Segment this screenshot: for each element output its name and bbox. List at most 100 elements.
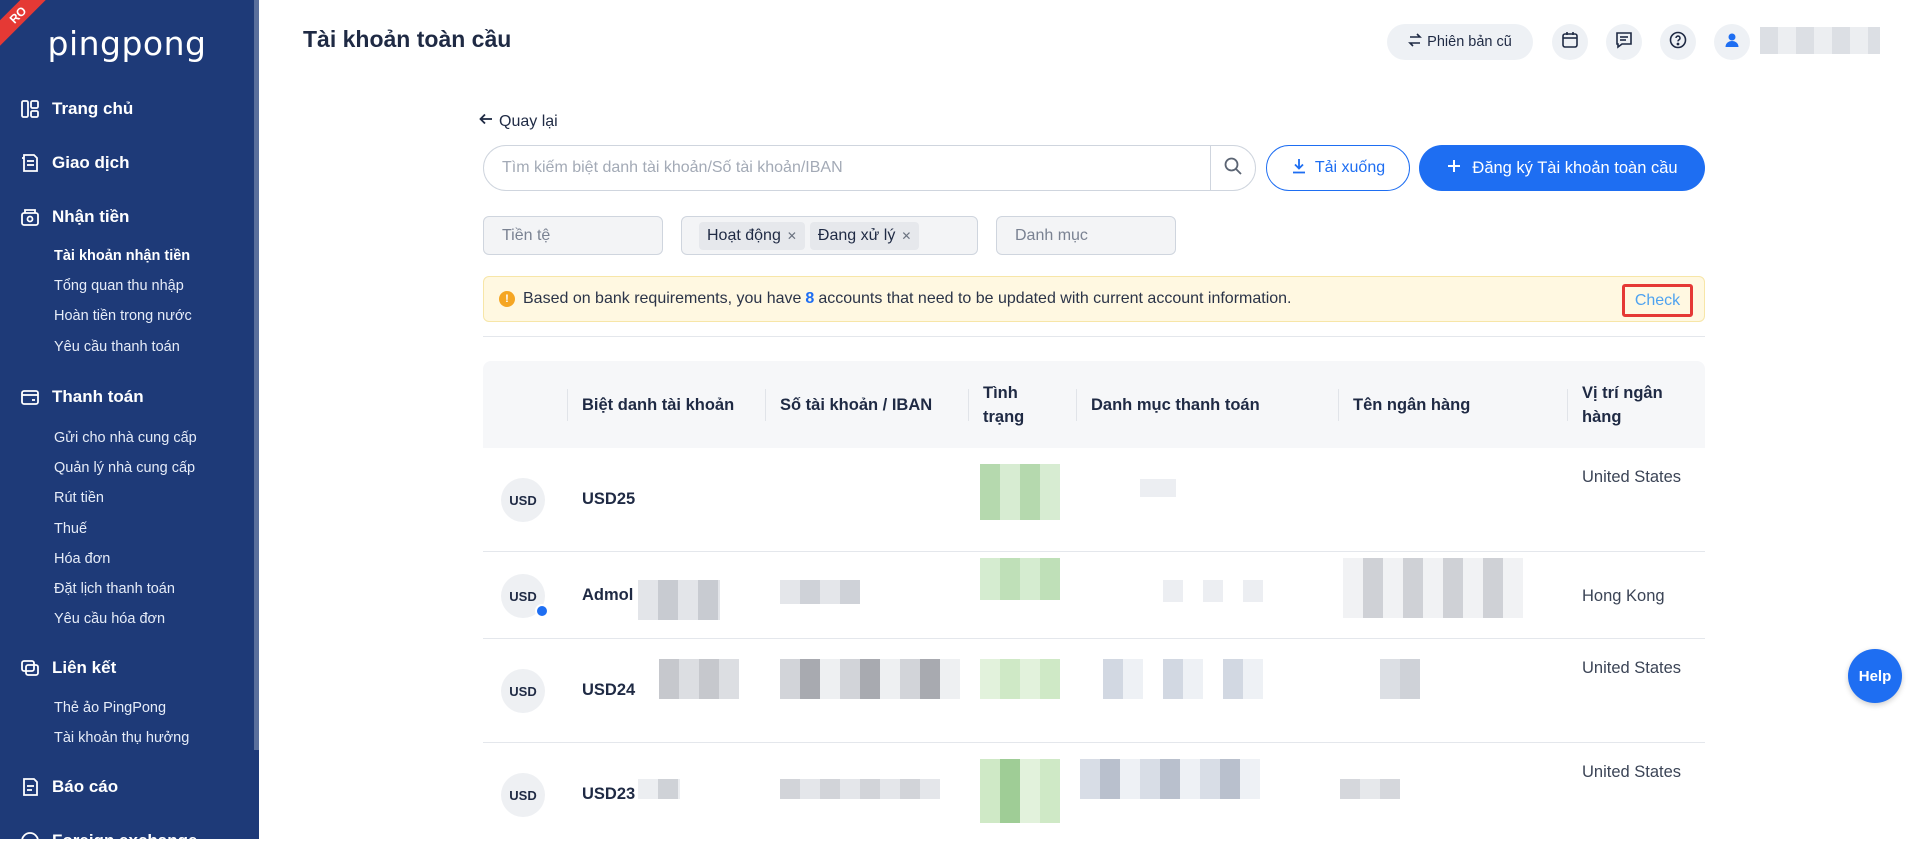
column-separator [1567, 389, 1568, 421]
divider [483, 336, 1705, 337]
status-redacted [980, 464, 1060, 520]
status-redacted [980, 659, 1060, 699]
receive-icon [20, 207, 40, 227]
nav-item-domestic-refund[interactable]: Hoàn tiền trong nước [0, 301, 254, 331]
nickname-redacted [659, 659, 739, 699]
more-dot-icon [535, 604, 549, 618]
old-version-button[interactable]: Phiên bản cũ [1387, 24, 1533, 60]
nav-links[interactable]: Liên kết [0, 653, 254, 683]
status-filter[interactable]: Hoạt động ✕ Đang xử lý ✕ [681, 216, 978, 255]
account-nickname: USD25 [582, 490, 636, 508]
nav-payments[interactable]: Thanh toán [0, 382, 254, 412]
col-nickname: Biệt danh tài khoản [567, 361, 734, 448]
account-nickname: USD24 [582, 681, 636, 699]
nav-item-tax[interactable]: Thuế [0, 514, 254, 544]
bank-name-redacted [1343, 558, 1523, 618]
nav-exchange[interactable]: Foreign exchange [0, 826, 254, 839]
col-bank-location-label: Vị trí ngân hàng [1582, 383, 1663, 426]
help-circle-icon [1669, 31, 1687, 54]
nav-item-schedule-payment[interactable]: Đặt lịch thanh toán [0, 574, 254, 604]
notice-text-after: accounts that need to be updated with cu… [818, 290, 1292, 307]
calendar-icon [1561, 31, 1579, 54]
register-global-account-button[interactable]: Đăng ký Tài khoản toàn cầu [1419, 145, 1705, 191]
sidebar: RO pingpong Trang chủ Giao dịch Nhận tiề… [0, 0, 259, 839]
category-redacted [1140, 479, 1176, 497]
nav-receive[interactable]: Nhận tiền [0, 202, 254, 232]
nav-group-links: Liên kết Thẻ ảo PingPong Tài khoản thụ h… [0, 653, 254, 753]
status-chip-active: Hoạt động ✕ [699, 221, 805, 250]
col-account-number: Số tài khoản / IBAN [765, 361, 933, 448]
close-icon[interactable]: ✕ [901, 229, 911, 243]
account-button[interactable] [1714, 24, 1750, 60]
bank-location: United States [1582, 468, 1682, 486]
col-bank-name: Tên ngân hàng [1338, 361, 1471, 448]
close-icon[interactable]: ✕ [787, 229, 797, 243]
check-button[interactable]: Check [1622, 284, 1693, 317]
wallet-icon [20, 387, 40, 407]
transactions-icon [20, 153, 40, 173]
nav-item-income-overview[interactable]: Tổng quan thu nhập [0, 271, 254, 301]
status-chip-active-label: Hoạt động [707, 226, 781, 244]
category-filter[interactable]: Danh mục [996, 216, 1176, 255]
search-input[interactable] [484, 146, 1210, 190]
message-icon [1615, 31, 1633, 54]
search-button[interactable] [1211, 146, 1255, 190]
nav-transactions[interactable]: Giao dịch [0, 148, 254, 178]
status-redacted [980, 558, 1060, 600]
download-label: Tải xuống [1314, 159, 1386, 176]
col-bank-name-label: Tên ngân hàng [1353, 395, 1471, 414]
home-icon [20, 99, 40, 119]
nav-item-payment-request[interactable]: Yêu cầu thanh toán [0, 332, 254, 362]
nav-group-home: Trang chủ [0, 94, 254, 124]
bank-name-redacted [1380, 659, 1420, 699]
nav-reports[interactable]: Báo cáo [0, 772, 254, 802]
nav-item-virtual-card[interactable]: Thẻ ảo PingPong [0, 693, 254, 723]
column-separator [1076, 389, 1077, 421]
download-button[interactable]: Tải xuống [1266, 145, 1410, 191]
nav-item-beneficiary-accounts[interactable]: Tài khoản thụ hưởng [0, 723, 254, 753]
update-notice-banner: ! Based on bank requirements, you have 8… [483, 276, 1705, 322]
nav-reports-label: Báo cáo [52, 777, 119, 796]
user-name-redacted [1760, 27, 1880, 54]
calendar-button[interactable] [1552, 24, 1588, 60]
nav-item-manage-supplier[interactable]: Quản lý nhà cung cấp [0, 453, 254, 483]
status-chip-processing: Đang xử lý ✕ [809, 221, 920, 250]
sidebar-scrollbar[interactable] [254, 0, 259, 750]
status-redacted [980, 759, 1060, 823]
help-center-button[interactable] [1660, 24, 1696, 60]
register-label: Đăng ký Tài khoản toàn cầu [1472, 158, 1678, 177]
nav-home[interactable]: Trang chủ [0, 94, 254, 124]
currency-filter-placeholder: Tiền tệ [502, 226, 551, 244]
nav-group-reports: Báo cáo [0, 772, 254, 802]
page-title: Tài khoản toàn cầu [303, 26, 512, 52]
back-link[interactable]: Quay lại [479, 112, 558, 131]
nav-exchange-label: Foreign exchange [52, 831, 197, 839]
nav-item-send-supplier[interactable]: Gửi cho nhà cung cấp [0, 423, 254, 453]
nav-item-invoice[interactable]: Hóa đơn [0, 544, 254, 574]
category-redacted [1083, 659, 1283, 699]
table-row[interactable]: USD USD25 United States [483, 448, 1705, 552]
pingpong-logo[interactable]: pingpong [0, 24, 254, 63]
account-nickname: USD23 [582, 785, 636, 803]
nav-group-payments: Thanh toán Gửi cho nhà cung cấp Quản lý … [0, 382, 254, 634]
bank-location: United States [1582, 659, 1682, 677]
nav-item-invoice-request[interactable]: Yêu cầu hóa đơn [0, 604, 254, 634]
notice-count: 8 [805, 290, 815, 307]
col-account-number-label: Số tài khoản / IBAN [780, 395, 933, 414]
nav-group-transactions: Giao dịch [0, 148, 254, 178]
nav-item-receiving-accounts[interactable]: Tài khoản nhận tiền [0, 241, 254, 271]
column-separator [567, 389, 568, 421]
help-button[interactable]: Help [1848, 649, 1902, 703]
nav-links-label: Liên kết [52, 658, 117, 677]
messages-button[interactable] [1606, 24, 1642, 60]
table-row[interactable]: USD USD24 United States [483, 639, 1705, 743]
arrow-left-icon [479, 112, 493, 131]
nav-item-withdraw[interactable]: Rút tiền [0, 483, 254, 513]
nav-receive-label: Nhận tiền [52, 207, 130, 226]
col-payment-category-label: Danh mục thanh toán [1091, 395, 1260, 414]
table-header: Biệt danh tài khoản Số tài khoản / IBAN … [483, 361, 1705, 448]
nav-group-receive: Nhận tiền Tài khoản nhận tiền Tổng quan … [0, 202, 254, 362]
table-row[interactable]: USD USD23 United States [483, 743, 1705, 847]
table-row[interactable]: USD Admol Hong Kong [483, 552, 1705, 639]
currency-filter[interactable]: Tiền tệ [483, 216, 663, 255]
